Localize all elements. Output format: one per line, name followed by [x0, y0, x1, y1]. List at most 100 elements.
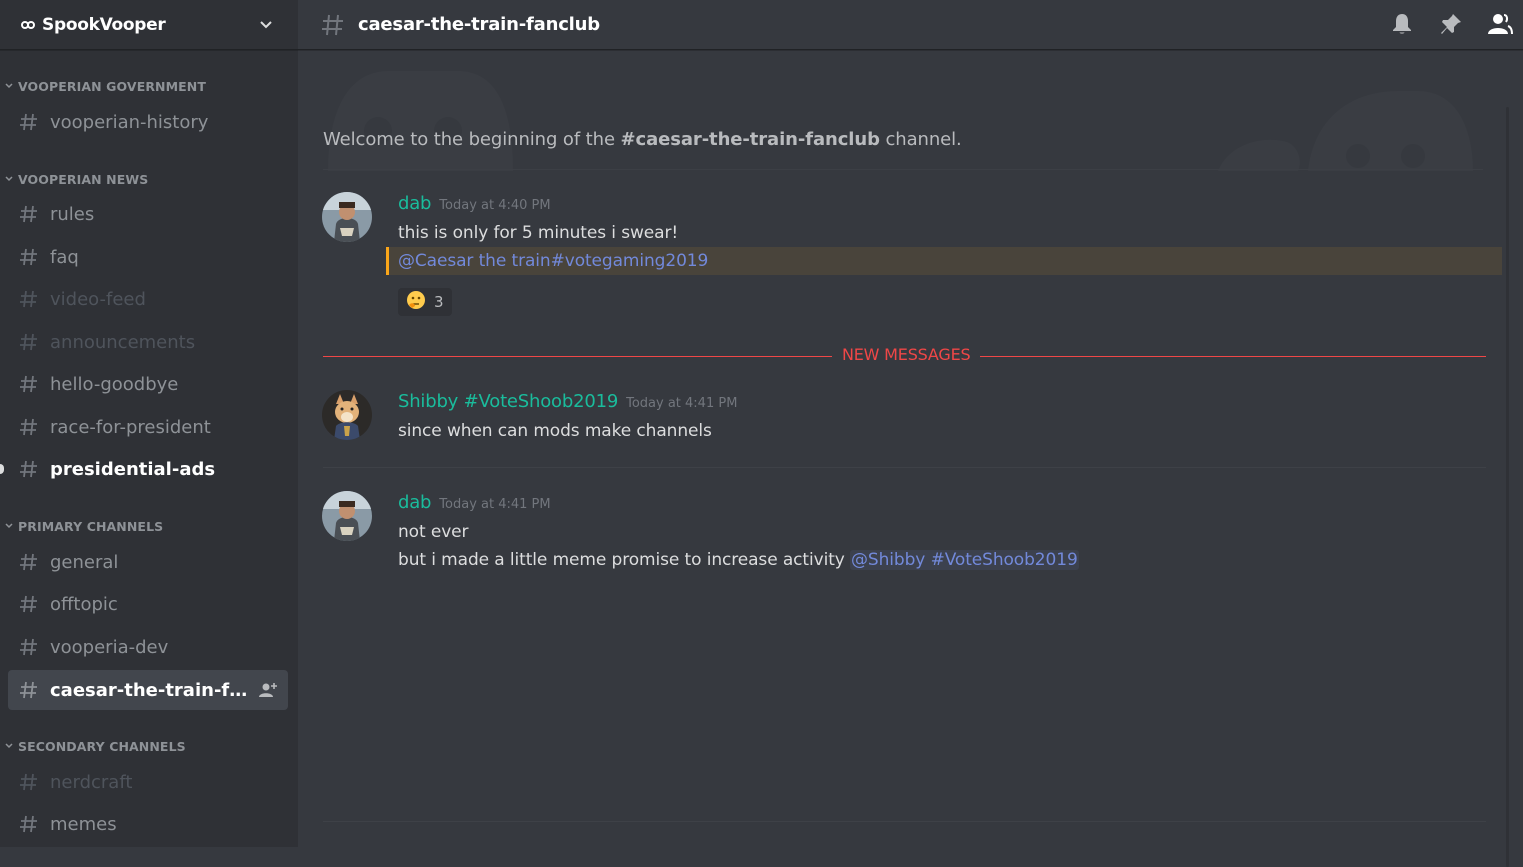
channel-label: general: [50, 551, 119, 573]
category-secondary-channels[interactable]: SECONDARY CHANNELS: [0, 737, 186, 755]
hash-icon: [18, 551, 40, 573]
hash-icon: [18, 679, 40, 701]
chevron-down-icon: [5, 523, 13, 529]
hash-icon: [322, 14, 343, 35]
chevron-down-icon: [5, 743, 13, 749]
channel-label: rules: [50, 203, 95, 225]
chevron-down-icon: [5, 83, 13, 89]
category-vooperian-news[interactable]: VOOPERIAN NEWS: [0, 170, 148, 188]
hash-icon: [18, 288, 40, 310]
hash-icon: [18, 416, 40, 438]
message-header: dab Today at 4:41 PM: [398, 492, 551, 513]
scrollbar[interactable]: [1506, 107, 1509, 867]
channel-presidential-ads[interactable]: presidential-ads: [8, 450, 288, 488]
members-icon[interactable]: [1485, 9, 1515, 39]
author-name[interactable]: Shibby #VoteShoob2019: [398, 391, 618, 412]
hash-icon: [18, 373, 40, 395]
channel-vooperian-history[interactable]: vooperian-history: [8, 103, 288, 141]
divider: [323, 821, 1486, 822]
channel-vooperia-dev[interactable]: vooperia-dev: [8, 628, 288, 666]
message-header: Shibby #VoteShoob2019 Today at 4:41 PM: [398, 391, 737, 412]
channel-rules[interactable]: rules: [8, 195, 288, 233]
divider: [323, 467, 1486, 468]
message-text-part: but i made a little meme promise to incr…: [398, 550, 851, 570]
welcome-message: Welcome to the beginning of the #caesar-…: [323, 129, 962, 150]
author-name[interactable]: dab: [398, 492, 431, 513]
message-text: since when can mods make channels: [398, 421, 712, 441]
message-list[interactable]: Welcome to the beginning of the #caesar-…: [298, 51, 1513, 867]
hash-icon: [18, 246, 40, 268]
divider: [323, 169, 1483, 170]
channel-caesar-the-train-fanclub[interactable]: caesar-the-train-fancl...: [8, 670, 288, 710]
channel-hello-goodbye[interactable]: hello-goodbye: [8, 365, 288, 403]
message-text: but i made a little meme promise to incr…: [398, 550, 1079, 570]
channel-label: video-feed: [50, 288, 146, 310]
reaction[interactable]: 3: [398, 288, 452, 316]
category-primary-channels[interactable]: PRIMARY CHANNELS: [0, 517, 163, 535]
hash-icon: [18, 111, 40, 133]
channel-general[interactable]: general: [8, 543, 288, 581]
server-header[interactable]: SpookVooper: [0, 0, 298, 50]
channel-memes[interactable]: memes: [8, 805, 288, 843]
hash-icon: [18, 203, 40, 225]
chevron-down-icon[interactable]: [258, 17, 274, 33]
welcome-prefix: Welcome to the beginning of the: [323, 129, 621, 150]
hash-icon: [18, 458, 40, 480]
channel-race-for-president[interactable]: race-for-president: [8, 408, 288, 446]
channel-label: presidential-ads: [50, 458, 216, 480]
chevron-down-icon: [5, 176, 13, 182]
avatar[interactable]: [322, 390, 372, 440]
timestamp: Today at 4:40 PM: [439, 198, 551, 213]
channel-label: offtopic: [50, 593, 118, 615]
welcome-channel-name: #caesar-the-train-fanclub: [620, 129, 880, 150]
hash-icon: [18, 593, 40, 615]
channel-announcements[interactable]: announcements: [8, 323, 288, 361]
timestamp: Today at 4:41 PM: [626, 396, 738, 411]
invite-person-icon[interactable]: [258, 681, 278, 699]
channel-offtopic[interactable]: offtopic: [8, 585, 288, 623]
bell-icon[interactable]: [1387, 9, 1417, 39]
channel-nerdcraft[interactable]: nerdcraft: [8, 763, 288, 801]
avatar[interactable]: [322, 192, 372, 242]
author-name[interactable]: dab: [398, 193, 431, 214]
pin-icon[interactable]: [1436, 9, 1466, 39]
category-vooperian-government[interactable]: VOOPERIAN GOVERNMENT: [0, 77, 206, 95]
server-name: SpookVooper: [42, 14, 166, 35]
unread-indicator: [0, 464, 4, 474]
hash-icon: [18, 331, 40, 353]
channel-label: announcements: [50, 331, 196, 353]
timestamp: Today at 4:41 PM: [439, 497, 551, 512]
channel-label: vooperia-dev: [50, 636, 169, 658]
thinking-face-icon: [406, 290, 426, 314]
category-label: VOOPERIAN NEWS: [18, 171, 149, 187]
channel-sidebar: SpookVooper VOOPERIAN GOVERNMENT VOOPERI…: [0, 0, 298, 847]
channel-label: race-for-president: [50, 416, 211, 438]
channel-header: caesar-the-train-fanclub: [298, 0, 1523, 50]
user-mention[interactable]: @Caesar the train#votegaming2019: [398, 251, 708, 271]
channel-video-feed[interactable]: video-feed: [8, 280, 288, 318]
channel-label: hello-goodbye: [50, 373, 179, 395]
hash-icon: [18, 636, 40, 658]
channel-label: memes: [50, 813, 117, 835]
category-label: SECONDARY CHANNELS: [18, 738, 186, 754]
channel-label: nerdcraft: [50, 771, 133, 793]
channel-label: faq: [50, 246, 79, 268]
message-header: dab Today at 4:40 PM: [398, 193, 551, 214]
channel-faq[interactable]: faq: [8, 238, 288, 276]
welcome-suffix: channel.: [879, 129, 962, 150]
message-text: this is only for 5 minutes i swear!: [398, 223, 679, 243]
user-mention[interactable]: @Shibby #VoteShoob2019: [850, 550, 1079, 570]
server-logo-icon: [20, 17, 36, 33]
welcome-background: [298, 51, 1513, 171]
channel-label: vooperian-history: [50, 111, 209, 133]
category-label: VOOPERIAN GOVERNMENT: [18, 78, 206, 94]
reaction-count: 3: [434, 293, 444, 311]
new-messages-label: NEW MESSAGES: [832, 345, 981, 364]
hash-icon: [18, 771, 40, 793]
channel-label: caesar-the-train-fancl...: [50, 679, 250, 701]
category-label: PRIMARY CHANNELS: [18, 518, 164, 534]
header-toolbar: [1368, 9, 1515, 39]
avatar[interactable]: [322, 491, 372, 541]
message-text: not ever: [398, 522, 469, 542]
hash-icon: [18, 813, 40, 835]
